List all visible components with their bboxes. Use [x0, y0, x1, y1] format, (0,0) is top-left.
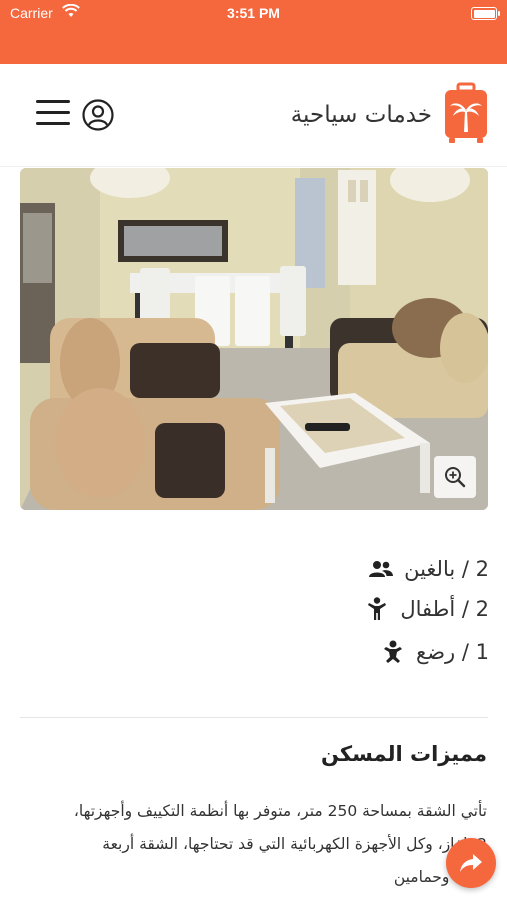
adults-count: 2 / بالغين: [404, 557, 489, 581]
description-line: تأتي الشقة بمساحة 250 متر، متوفر بها أنظ…: [73, 802, 487, 820]
apartment-photo: [20, 168, 488, 510]
user-circle-icon[interactable]: [82, 99, 114, 131]
baby-icon: [380, 639, 406, 665]
status-bar: Carrier 3:51 PM: [0, 0, 507, 64]
infants-count: 1 / رضع: [416, 640, 489, 664]
section-divider: [20, 717, 488, 718]
brand-title: خدمات سياحية: [290, 102, 432, 128]
palm-suitcase-logo: [445, 82, 487, 143]
battery-icon: [471, 7, 500, 20]
occupancy-children: 2 / أطفال: [364, 594, 489, 624]
occupancy-adults: 2 / بالغين: [368, 554, 489, 584]
child-icon: [364, 596, 390, 622]
status-time: 3:51 PM: [227, 5, 280, 21]
features-title: مميزات المسكن: [321, 742, 487, 766]
description-line: غرف وحمامين: [393, 868, 487, 886]
description-line: 2 تلفاز، وكل الأجهزة الكهربائية التي قد …: [102, 835, 487, 853]
children-count: 2 / أطفال: [400, 597, 489, 621]
share-button[interactable]: [446, 838, 496, 888]
share-arrow-icon: [460, 854, 482, 872]
zoom-in-icon[interactable]: [434, 456, 476, 498]
users-icon: [368, 556, 394, 582]
living-room-image: [20, 168, 488, 510]
hamburger-menu-icon[interactable]: [36, 100, 70, 126]
features-description: تأتي الشقة بمساحة 250 متر، متوفر بها أنظ…: [20, 795, 487, 894]
occupancy-infants: 1 / رضع: [380, 637, 489, 667]
app-header: خدمات سياحية: [0, 64, 507, 167]
